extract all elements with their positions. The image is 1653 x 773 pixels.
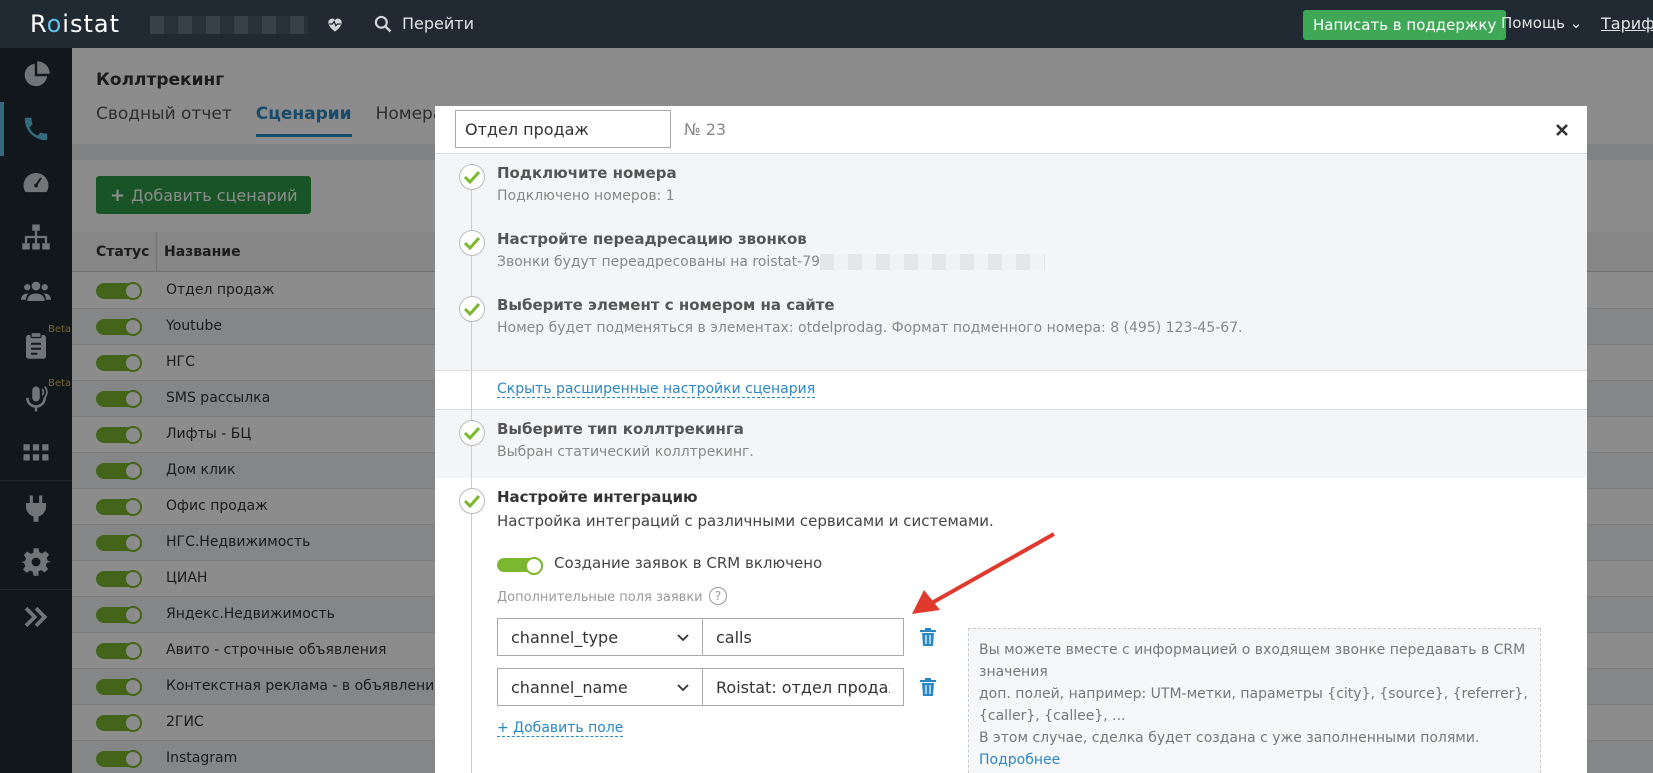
check-icon [459,164,485,190]
more-info-link[interactable]: Подробнее [979,749,1530,771]
hint-line: Вы можете вместе с информацией о входяще… [979,642,1526,680]
chevron-down-icon: ⌄ [1569,14,1583,32]
forwarding-text: Звонки будут переадресованы на roistat-7… [497,254,821,270]
support-button[interactable]: Написать в поддержку [1303,10,1507,40]
logo-text-accent: o [46,10,63,38]
field-key-select[interactable]: channel_name [497,668,703,706]
check-icon [459,420,485,446]
scenario-name-input[interactable] [455,110,671,148]
step-subtitle: Номер будет подменяться в элементах: otd… [497,320,1243,336]
add-field-link[interactable]: + Добавить поле [497,720,624,737]
integration-hint: Вы можете вместе с информацией о входяще… [968,628,1541,773]
tariff-link[interactable]: Тариф: [1601,14,1653,33]
extra-fields-label: Дополнительные поля заявки [497,590,703,605]
field-value-input[interactable] [702,618,904,656]
step-title: Выберите элемент с номером на сайте [497,296,835,314]
annotation-arrow-icon [912,532,1055,614]
field-value-input[interactable] [702,668,904,706]
check-icon [459,230,485,256]
crm-toggle[interactable] [497,557,543,575]
step-subtitle: Звонки будут переадресованы на roistat-7… [497,254,1046,270]
help-label: Помощь [1501,14,1565,32]
step-integration: Настройте интеграцию Настройка интеграци… [435,478,1587,773]
step-subtitle: Настройка интеграций с различными сервис… [497,512,994,530]
chevron-down-icon [677,634,689,642]
help-question-icon[interactable]: ? [709,587,727,605]
field-key-select[interactable]: channel_type [497,618,703,656]
roistat-logo[interactable]: Roistat [30,10,120,38]
top-bar: Roistat Перейти Написать в поддержку Пом… [0,0,1653,48]
advanced-toggle-band: Скрыть расширенные настройки сценария [435,370,1587,411]
field-key-value: channel_type [511,627,619,647]
step-title: Настройте переадресацию звонков [497,230,807,248]
goto-link[interactable]: Перейти [402,14,474,33]
search-icon[interactable] [373,14,393,34]
step-connector [471,478,472,773]
trash-icon[interactable] [919,627,937,647]
step-subtitle: Выбран статический коллтрекинг. [497,444,754,460]
logo-text-start: R [30,10,47,38]
hint-line: доп. полей, например: UTM-метки, парамет… [979,686,1528,724]
step-title: Подключите номера [497,164,677,182]
hide-advanced-settings-link[interactable]: Скрыть расширенные настройки сценария [497,381,816,398]
check-icon [459,296,485,322]
step-calltracking-type[interactable]: Выберите тип коллтрекинга Выбран статиче… [435,410,1587,478]
step-title: Выберите тип коллтрекинга [497,420,744,438]
trash-icon[interactable] [919,677,937,697]
step-connector [471,371,472,411]
modal-header: № 23 [435,106,1587,154]
step-title: Настройте интеграцию [497,488,698,506]
basic-steps: Подключите номера Подключено номеров: 1 … [435,154,1587,370]
blurred-project-name[interactable] [150,16,308,34]
scenario-number: № 23 [684,120,727,139]
help-menu[interactable]: Помощь ⌄ [1501,14,1582,32]
crm-toggle-label: Создание заявок в CRM включено [554,554,823,572]
field-key-value: channel_name [511,677,628,697]
close-icon[interactable] [1552,120,1572,140]
logo-text-end: istat [62,10,120,38]
blurred-number [820,254,1046,270]
check-icon [459,488,485,514]
hint-line: В этом случае, сделка будет создана с уж… [979,730,1480,746]
scenario-modal: № 23 Подключите номера Подключено номеро… [435,106,1587,773]
heart-pulse-icon[interactable] [325,14,345,34]
step-connector [471,176,472,370]
chevron-down-icon [677,684,689,692]
step-subtitle: Подключено номеров: 1 [497,188,675,204]
